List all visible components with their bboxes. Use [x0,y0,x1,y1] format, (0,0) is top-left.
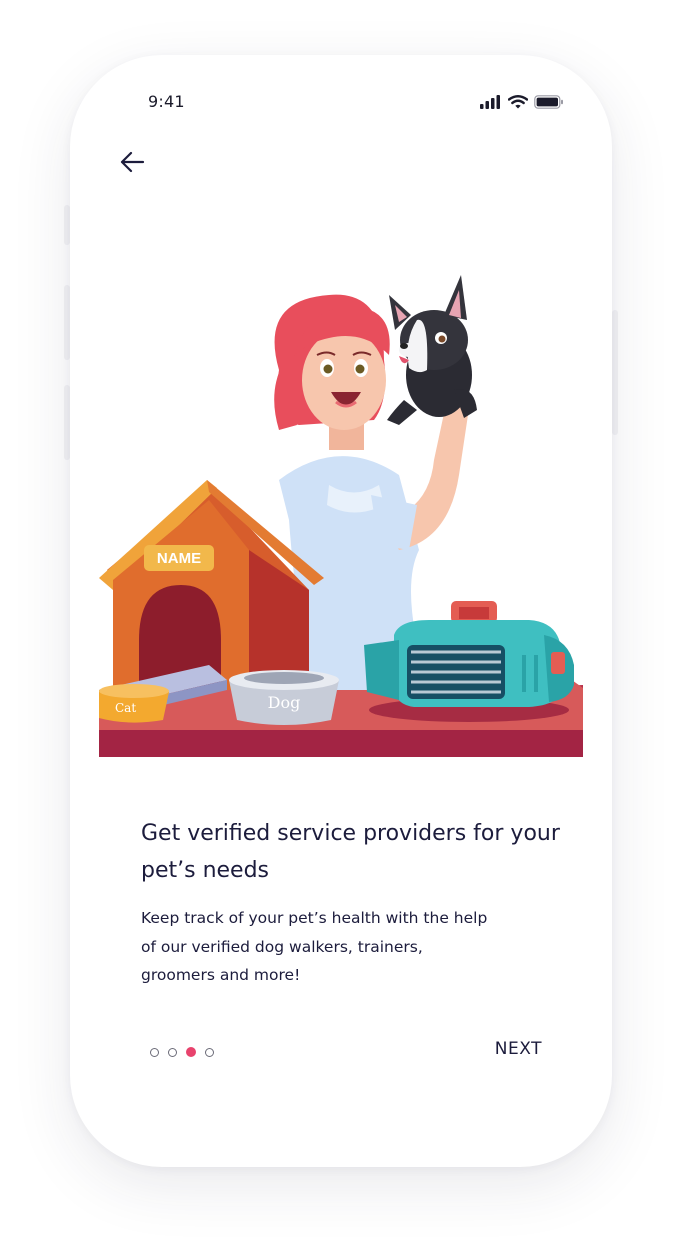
doghouse-sign-text: NAME [157,550,201,567]
wifi-icon [508,95,528,109]
status-bar: 9:41 [70,55,612,145]
page-dot[interactable] [150,1047,159,1057]
status-time: 9:41 [148,92,185,111]
dog-bowl-label: Dog [268,693,301,712]
battery-icon [534,95,563,109]
onboarding-title: Get verified service providers for your … [141,821,560,883]
page-indicator [150,1047,214,1057]
page-dot-active[interactable] [186,1047,196,1057]
page-dot[interactable] [168,1047,177,1057]
phone-frame: 9:41 NAME Cat Dog Get verified service p… [70,55,612,1167]
onboarding-description: Keep track of your pet’s health with the… [141,909,488,984]
back-button[interactable] [116,146,148,178]
cat-bowl-label: Cat [115,701,136,715]
power-button [612,310,618,435]
signal-icon [480,95,500,109]
page-dot[interactable] [205,1047,214,1057]
arrow-left-icon [120,151,145,173]
next-button[interactable]: NEXT [495,1039,542,1059]
status-icons [480,95,564,109]
onboarding-illustration: NAME Cat Dog [99,275,583,757]
